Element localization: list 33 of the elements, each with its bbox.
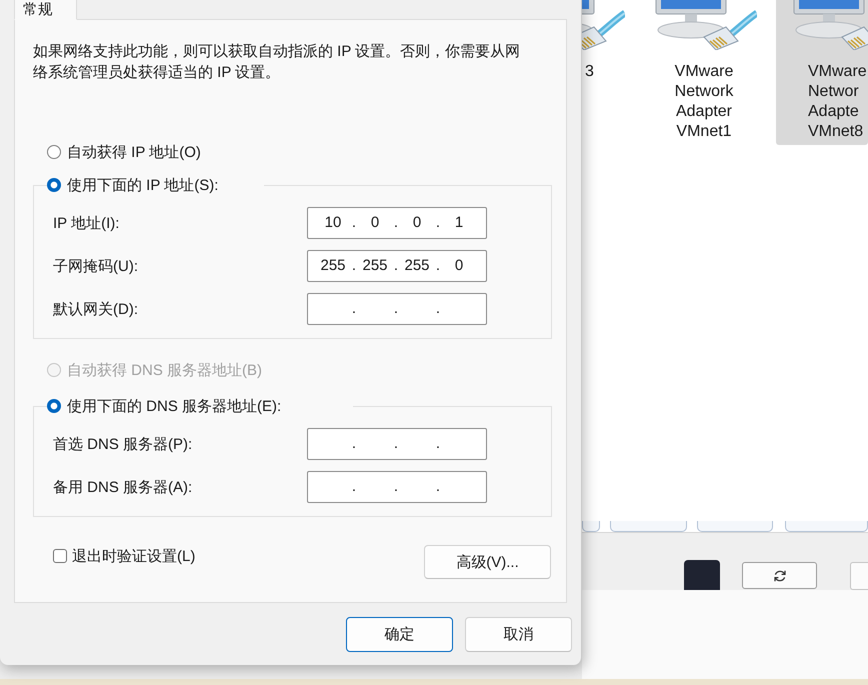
radio-button[interactable] [47, 145, 61, 159]
ip-address-field[interactable]: . . . [307, 428, 487, 460]
toolbar-button[interactable] [610, 521, 687, 532]
ip-address-field[interactable]: . . . [307, 293, 487, 325]
dialog-button[interactable]: 确定 [346, 617, 453, 652]
field-label: 默认网关(D): [53, 300, 139, 318]
toolbar-button[interactable] [582, 521, 600, 532]
adapter-item[interactable]: VMware Networ Adapte VMnet8 [776, 0, 868, 145]
ip-address-field[interactable]: . . . [307, 471, 487, 503]
field-label: 子网掩码(U): [53, 256, 139, 276]
refresh-button[interactable] [742, 562, 817, 589]
radio-label[interactable]: 使用下面的 IP 地址(S): [67, 176, 218, 194]
field-label: 备用 DNS 服务器(A): [53, 478, 194, 496]
toolbar-button[interactable] [785, 521, 868, 532]
tab[interactable]: 常规 [14, 0, 77, 20]
description-text: 如果网络支持此功能，则可以获取自动指派的 IP 设置。否则，你需要从网络系统管理员处获得适当的 IP 设置。 [33, 42, 522, 83]
radio-button[interactable] [47, 178, 61, 192]
toolbar-button[interactable] [697, 521, 773, 532]
radio-label[interactable]: 使用下面的 DNS 服务器地址(E): [67, 396, 282, 416]
field-label: IP 地址(I): [53, 214, 120, 232]
toolbar-button[interactable] [850, 562, 868, 590]
ip-address-field[interactable]: 255 . 255 . 255 . 0 [307, 250, 487, 282]
ip-address-field[interactable]: 10 . 0 . 0 . 1 [307, 207, 487, 239]
field-label: 首选 DNS 服务器(P): [53, 434, 194, 454]
radio-label[interactable]: 自动获得 IP 地址(O) [67, 142, 201, 162]
radio-button[interactable] [47, 399, 61, 413]
thumbnail [684, 560, 720, 590]
refresh-icon [772, 568, 786, 582]
checkbox[interactable] [53, 549, 67, 563]
adapter-item[interactable]: VMware Network Adapter VMnet1 [640, 0, 768, 145]
advanced-button[interactable]: 高级(V)... [424, 545, 551, 579]
dialog-button[interactable]: 取消 [465, 617, 572, 652]
checkbox-label[interactable]: 退出时验证设置(L) [72, 546, 196, 566]
